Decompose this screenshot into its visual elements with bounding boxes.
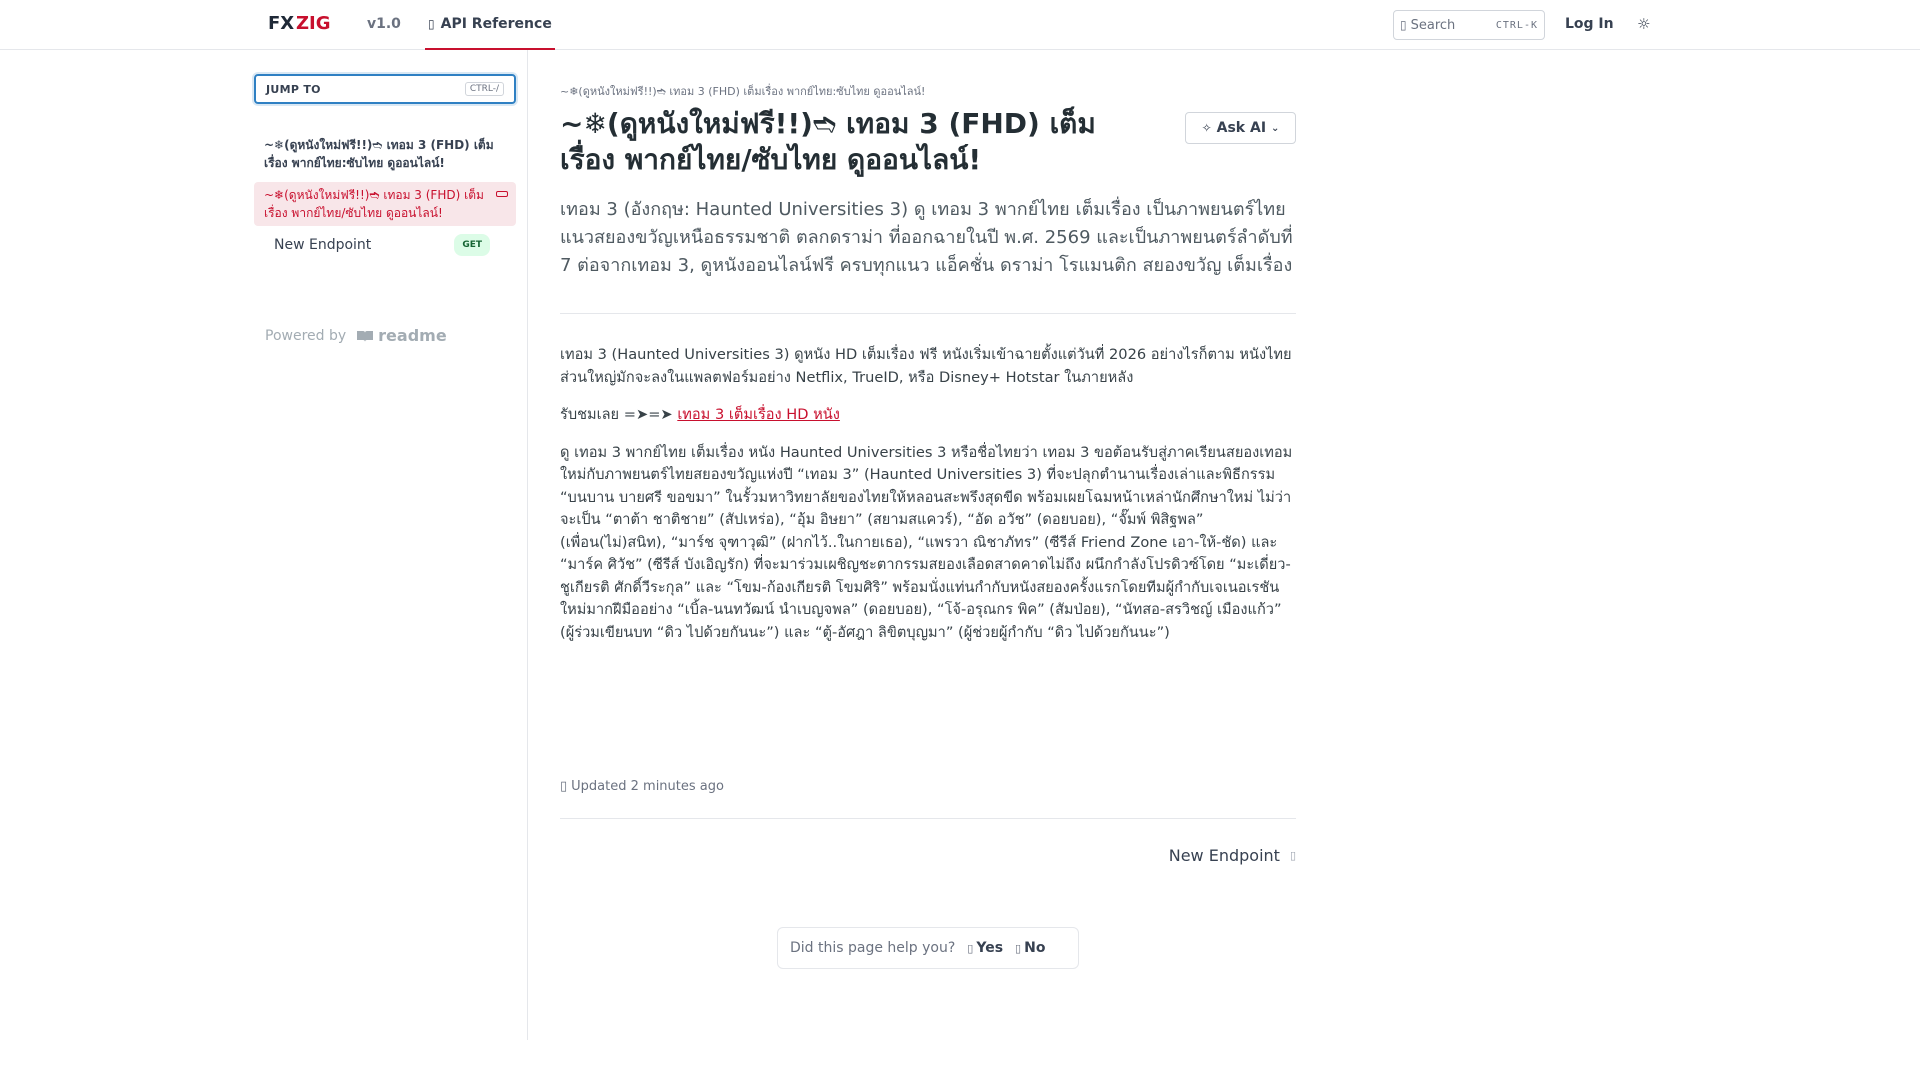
- feedback-no-label: No: [1024, 940, 1046, 956]
- sidebar-item-label: ~❄(ดูหนังใหม่ฟรี!!)➬ เทอม 3 (FHD) เต็มเร…: [264, 188, 484, 220]
- clock-icon: ▯: [560, 779, 568, 794]
- divider: [560, 313, 1296, 314]
- theme-toggle-button[interactable]: ☼: [1637, 15, 1650, 33]
- divider: [560, 818, 1296, 819]
- body-paragraph-1: เทอม 3 (Haunted Universities 3) ดูหนัง H…: [560, 346, 1292, 386]
- watch-link[interactable]: เทอม 3 เต็มเรื่อง HD หนัง: [677, 406, 840, 423]
- svg-text:ZIG: ZIG: [296, 13, 331, 34]
- feedback-no-button[interactable]: ▯ No: [1015, 940, 1045, 956]
- version-selector[interactable]: v1.0: [367, 16, 401, 32]
- powered-by-readme[interactable]: Powered by readme: [265, 326, 447, 345]
- ask-ai-label: Ask AI: [1216, 120, 1267, 136]
- feedback-question: Did this page help you?: [790, 940, 956, 956]
- updated-label: Updated 2 minutes ago: [571, 779, 724, 794]
- ask-ai-button[interactable]: ✧ Ask AI ⌄: [1185, 112, 1296, 144]
- readme-brand-text: readme: [378, 326, 447, 345]
- svg-text:FX: FX: [268, 13, 294, 34]
- sidebar-item-label: New Endpoint: [274, 237, 372, 253]
- breadcrumb[interactable]: ~❄(ดูหนังใหม่ฟรี!!)➬ เทอม 3 (FHD) เต็มเร…: [560, 82, 925, 100]
- powered-by-label: Powered by: [265, 327, 347, 344]
- search-shortcut: CTRL-K: [1495, 19, 1538, 31]
- search-icon: ▯: [1400, 18, 1407, 32]
- method-badge-get: GET: [454, 234, 490, 256]
- feedback-yes-button[interactable]: ▯ Yes: [967, 940, 1003, 956]
- tab-api-reference[interactable]: ▯ API Reference: [425, 0, 555, 50]
- page-body: เทอม 3 (Haunted Universities 3) ดูหนัง H…: [560, 344, 1296, 659]
- sidebar-item-page-2-active[interactable]: ~❄(ดูหนังใหม่ฟรี!!)➬ เทอม 3 (FHD) เต็มเร…: [254, 182, 516, 226]
- sidebar-item-page-1[interactable]: ~❄(ดูหนังใหม่ฟรี!!)➬ เทอม 3 (FHD) เต็มเร…: [254, 132, 516, 176]
- next-page-link[interactable]: New Endpoint ▯: [1169, 846, 1296, 865]
- jump-to-label: JUMP TO: [266, 82, 321, 96]
- search-button[interactable]: ▯ Search CTRL-K: [1393, 10, 1545, 40]
- next-page-label: New Endpoint: [1168, 846, 1280, 865]
- body-paragraph-2: รับชมเลย =➤=➤ เทอม 3 เต็มเรื่อง HD หนัง: [560, 404, 1296, 427]
- sun-moon-icon: ☼: [1637, 15, 1651, 33]
- feedback-widget: Did this page help you? ▯ Yes ▯ No: [777, 927, 1079, 969]
- readme-logo: readme: [356, 326, 447, 345]
- feedback-yes-label: Yes: [976, 940, 1004, 956]
- chevron-down-icon: ⌄: [1271, 122, 1280, 134]
- sparkle-icon: ✧: [1201, 121, 1212, 135]
- sidebar-item-label: ~❄(ดูหนังใหม่ฟรี!!)➬ เทอม 3 (FHD) เต็มเร…: [264, 138, 494, 170]
- updated-timestamp: ▯ Updated 2 minutes ago: [560, 779, 724, 794]
- search-label: Search: [1410, 17, 1456, 33]
- fxzig-logo-icon: FX ZIG: [268, 13, 331, 34]
- sidebar: JUMP TO CTRL-/ ~❄(ดูหนังใหม่ฟรี!!)➬ เทอม…: [0, 50, 528, 1040]
- jump-to-shortcut: CTRL-/: [464, 82, 504, 96]
- thumbs-down-icon: ▯: [1015, 941, 1022, 955]
- sidebar-nav: ~❄(ดูหนังใหม่ฟรี!!)➬ เทอม 3 (FHD) เต็มเร…: [254, 132, 516, 260]
- brand-logo[interactable]: FX ZIG: [268, 12, 340, 34]
- watch-prefix: รับชมเลย =➤=➤: [560, 406, 678, 423]
- login-button[interactable]: Log In: [1565, 16, 1614, 32]
- page-title: ~❄(ดูหนังใหม่ฟรี!!)➬ เทอม 3 (FHD) เต็มเร…: [560, 107, 1096, 176]
- readme-logo-icon: [357, 330, 374, 342]
- body-paragraph-3: ดู เทอม 3 พากย์ไทย เต็มเรื่อง หนัง Haunt…: [560, 443, 1293, 641]
- tab-api-reference-label: API Reference: [440, 16, 552, 32]
- collapse-icon[interactable]: [496, 191, 508, 197]
- book-icon: ▯: [428, 17, 435, 31]
- jump-to-input[interactable]: JUMP TO CTRL-/: [254, 74, 516, 104]
- thumbs-up-icon: ▯: [967, 941, 974, 955]
- arrow-right-icon: ▯: [1289, 849, 1296, 862]
- top-header: FX ZIG v1.0 ▯ API Reference ▯ Search CTR…: [0, 0, 1920, 50]
- sidebar-item-new-endpoint[interactable]: New Endpoint GET: [254, 230, 516, 260]
- page-excerpt: เทอม 3 (อังกฤษ: Haunted Universities 3) …: [560, 199, 1293, 276]
